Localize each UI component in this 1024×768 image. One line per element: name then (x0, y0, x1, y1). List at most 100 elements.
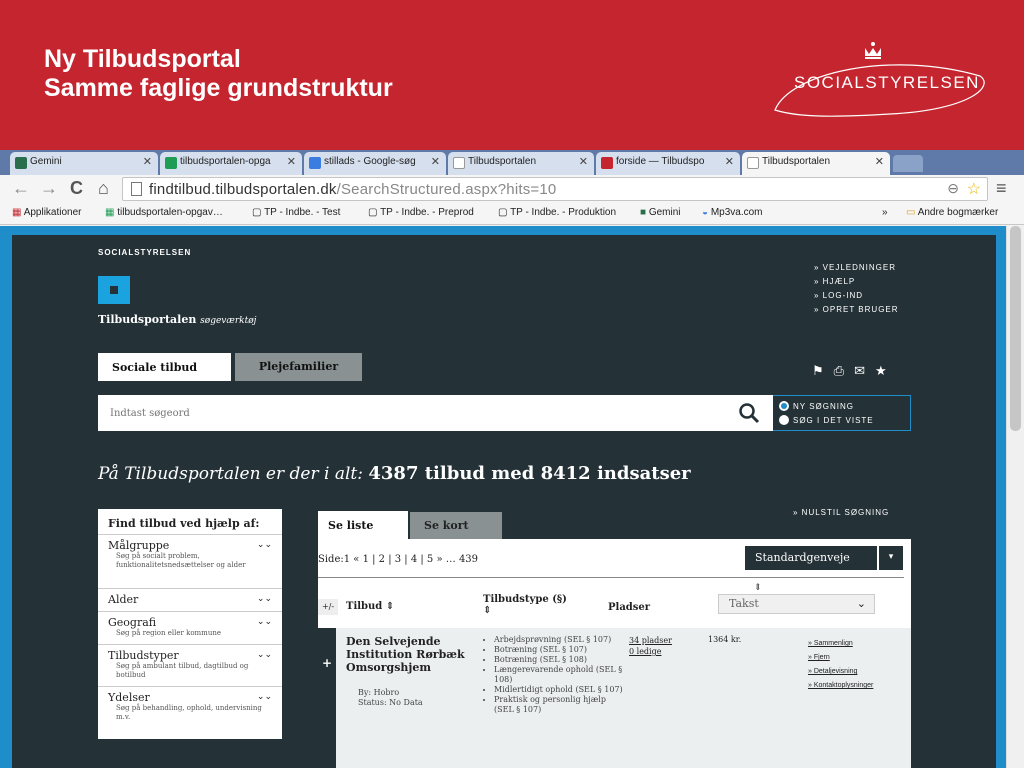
star-icon[interactable]: ★ (875, 363, 897, 378)
link-fjern[interactable]: » Fjern (808, 651, 873, 665)
close-tab-icon[interactable]: ✕ (579, 155, 588, 168)
filter-label: Ydelser (108, 691, 150, 704)
sort-icon[interactable]: ⇕ (386, 601, 394, 612)
home-icon[interactable]: ⌂ (98, 178, 109, 198)
bookmark-test[interactable]: ▢ TP - Indbe. - Test (252, 207, 340, 218)
ledige-link[interactable]: 0 ledige (629, 646, 672, 657)
browser-toolbar: ← → C ⌂ findtilbud.tilbudsportalen.dk/Se… (0, 175, 1024, 203)
browser-tab-tilbudsportalen-1[interactable]: Tilbudsportalen ✕ (448, 152, 594, 175)
row-by: By: Hobro (358, 688, 400, 697)
sort-icon[interactable]: ⇕ (483, 605, 491, 616)
sort-select[interactable]: Standardgenveje (745, 546, 877, 570)
brand-name[interactable]: Tilbudsportalen søgeværktøj (98, 313, 256, 326)
row-name[interactable]: Den Selvejende Institution Rørbæk Omsorg… (346, 635, 466, 674)
list-item: Længerevarende ophold (SEL § 108) (494, 665, 626, 685)
menu-icon[interactable]: ≡ (996, 178, 1007, 198)
chevron-down-icon[interactable]: ⌄⌄ (257, 692, 272, 702)
bookmark-preprod[interactable]: ▢ TP - Indbe. - Preprod (368, 207, 474, 218)
brand-logo-square-icon[interactable] (98, 276, 130, 304)
pladser-link[interactable]: 34 pladser (629, 635, 672, 646)
col-tilbud[interactable]: Tilbud ⇕ (346, 601, 394, 612)
col-tilbudstype[interactable]: Tilbudstype (§) ⇕ (483, 594, 567, 616)
chevron-down-icon[interactable]: ⌄⌄ (257, 540, 272, 550)
sort-icon[interactable]: ⇕ (754, 583, 762, 593)
filter-maalgruppe[interactable]: Målgruppe Søg på socialt problem, funktio… (98, 535, 282, 589)
browser-tab-forside[interactable]: forside — Tilbudspo ✕ (596, 152, 740, 175)
link-hjaelp[interactable]: » HJÆLP (814, 275, 899, 289)
option-soeg-i-det-viste[interactable]: SØG I DET VISTE (793, 414, 910, 428)
bookmark-produktion[interactable]: ▢ TP - Indbe. - Produktion (498, 207, 616, 218)
url-text[interactable]: findtilbud.tilbudsportalen.dk/SearchStru… (149, 181, 556, 198)
radio-soeg-i-det-viste[interactable] (779, 415, 789, 425)
page-icon: ▢ (368, 207, 378, 218)
search-input[interactable] (110, 404, 710, 422)
search-icon[interactable] (738, 402, 760, 424)
tab-sociale-tilbud[interactable]: Sociale tilbud (98, 353, 231, 381)
print-icon[interactable]: ⎙ (834, 363, 854, 378)
new-tab-button[interactable] (893, 155, 923, 172)
url-path: /SearchStructured.aspx?hits=10 (336, 181, 557, 198)
filter-hint: Søg på behandling, ophold, undervisning … (116, 704, 262, 721)
address-bar[interactable]: findtilbud.tilbudsportalen.dk/SearchStru… (122, 177, 988, 201)
close-tab-icon[interactable]: ✕ (725, 155, 734, 168)
chevron-down-icon[interactable]: ⌄⌄ (257, 594, 272, 604)
bookmark-other[interactable]: ▭ Andre bogmærker (906, 207, 998, 218)
close-tab-icon[interactable]: ✕ (143, 155, 152, 168)
bookmark-sheets[interactable]: ▦ tilbudsportalen-opgav… (105, 207, 223, 218)
mail-icon[interactable]: ✉ (854, 363, 875, 378)
scrollbar[interactable] (1006, 226, 1024, 768)
browser-tab-sheets[interactable]: tilbudsportalen-opga ✕ (160, 152, 302, 175)
link-log-ind[interactable]: » LOG-IND (814, 289, 899, 303)
filter-hint: Søg på socialt problem, funktionalitetsn… (116, 552, 246, 569)
pagination[interactable]: Side:1 « 1 | 2 | 3 | 4 | 5 » … 439 (318, 554, 478, 565)
bookmarks-bar: ▦ Applikationer ▦ tilbudsportalen-opgav…… (0, 203, 1024, 225)
google-icon (309, 157, 321, 169)
tab-se-kort[interactable]: Se kort (410, 512, 502, 539)
expand-row-button[interactable]: + (318, 628, 336, 768)
flag-icon[interactable]: ⚑ (812, 363, 834, 378)
filter-tilbudstyper[interactable]: Tilbudstyper Søg på ambulant tilbud, dagt… (98, 645, 282, 687)
link-opret-bruger[interactable]: » OPRET BRUGER (814, 303, 899, 317)
forward-icon[interactable]: → (40, 178, 58, 198)
col-pladser[interactable]: Pladser (608, 602, 650, 613)
bookmark-star-icon[interactable]: ☆ (967, 179, 981, 199)
count-prefix: På Tilbudsportalen er der i alt: (98, 464, 363, 484)
page-icon: ▢ (252, 207, 262, 218)
takst-label: Takst (729, 597, 759, 610)
browser-tab-gemini[interactable]: Gemini ✕ (10, 152, 158, 175)
link-sammenlign[interactable]: » Sammenlign (808, 637, 873, 651)
browser-tab-tilbudsportalen-active[interactable]: Tilbudsportalen ✕ (742, 152, 890, 175)
back-icon[interactable]: ← (12, 178, 30, 198)
link-nulstil-soegning[interactable]: » NULSTIL SØGNING (793, 508, 889, 517)
link-detaljevisning[interactable]: » Detaljevisning (808, 665, 873, 679)
tab-se-liste[interactable]: Se liste (318, 511, 408, 539)
expand-all-button[interactable]: +/- (318, 599, 338, 615)
tab-plejefamilier[interactable]: Plejefamilier (235, 353, 362, 381)
link-vejledninger[interactable]: » VEJLEDNINGER (814, 261, 899, 275)
bookmark-gemini[interactable]: ■ Gemini (640, 207, 681, 218)
top-links: » VEJLEDNINGER » HJÆLP » LOG-IND » OPRET… (814, 261, 899, 317)
close-tab-icon[interactable]: ✕ (875, 155, 884, 168)
option-ny-soegning[interactable]: NY SØGNING (793, 400, 910, 414)
row-pladser[interactable]: 34 pladser 0 ledige (629, 635, 672, 657)
bookmarks-overflow[interactable]: » (882, 207, 888, 218)
link-kontaktoplysninger[interactable]: » Kontaktoplysninger (808, 679, 873, 693)
reload-icon[interactable]: C (70, 178, 83, 198)
takst-select[interactable]: Takst ⌄ (718, 594, 875, 614)
url-host: findtilbud.tilbudsportalen.dk (149, 181, 337, 198)
scrollbar-thumb[interactable] (1010, 226, 1021, 431)
radio-ny-soegning[interactable] (779, 401, 789, 411)
filter-ydelser[interactable]: Ydelser Søg på behandling, ophold, underv… (98, 687, 282, 731)
browser-tab-google[interactable]: stillads - Google-søg ✕ (304, 152, 446, 175)
filter-geografi[interactable]: Geografi Søg på region eller kommune ⌄⌄ (98, 612, 282, 645)
filter-alder[interactable]: Alder ⌄⌄ (98, 589, 282, 612)
close-tab-icon[interactable]: ✕ (287, 155, 296, 168)
bookmark-mp3va[interactable]: ◒ Mp3va.com (702, 207, 763, 218)
chevron-down-icon[interactable]: ⌄⌄ (257, 617, 272, 627)
bookmark-label: TP - Indbe. - Test (264, 207, 341, 218)
close-tab-icon[interactable]: ✕ (431, 155, 440, 168)
bookmark-apps[interactable]: ▦ Applikationer (12, 207, 82, 218)
chevron-down-icon[interactable]: ⌄⌄ (257, 650, 272, 660)
chevron-down-icon[interactable]: ▾ (879, 546, 903, 570)
zoom-icon[interactable]: ⊖ (947, 180, 959, 197)
